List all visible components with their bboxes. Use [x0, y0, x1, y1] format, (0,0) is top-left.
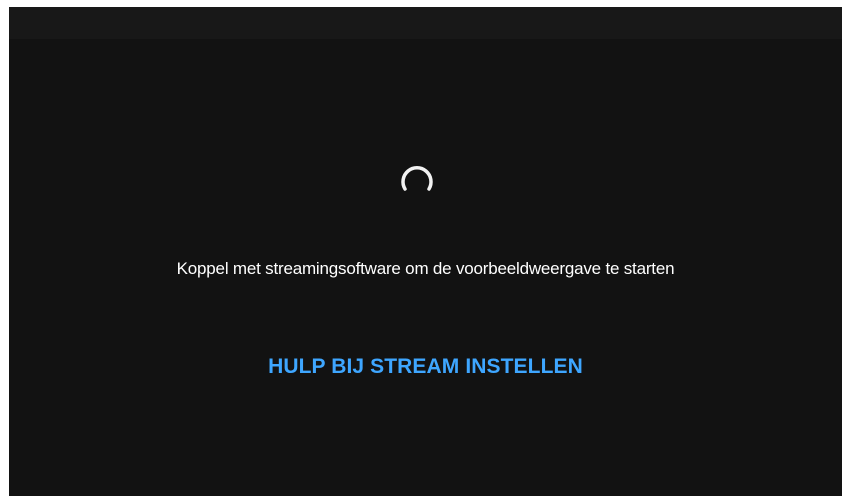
help-link-label[interactable]: HULP BIJ STREAM INSTELLEN	[268, 355, 583, 379]
preview-top-bar	[9, 7, 842, 39]
preview-status-message: Koppel met streamingsoftware om de voorb…	[176, 259, 675, 278]
loading-spinner-icon	[399, 157, 435, 197]
stream-setup-help-link[interactable]: HULP BIJ STREAM INSTELLEN	[9, 355, 842, 379]
stream-preview-panel: Koppel met streamingsoftware om de voorb…	[9, 7, 842, 496]
